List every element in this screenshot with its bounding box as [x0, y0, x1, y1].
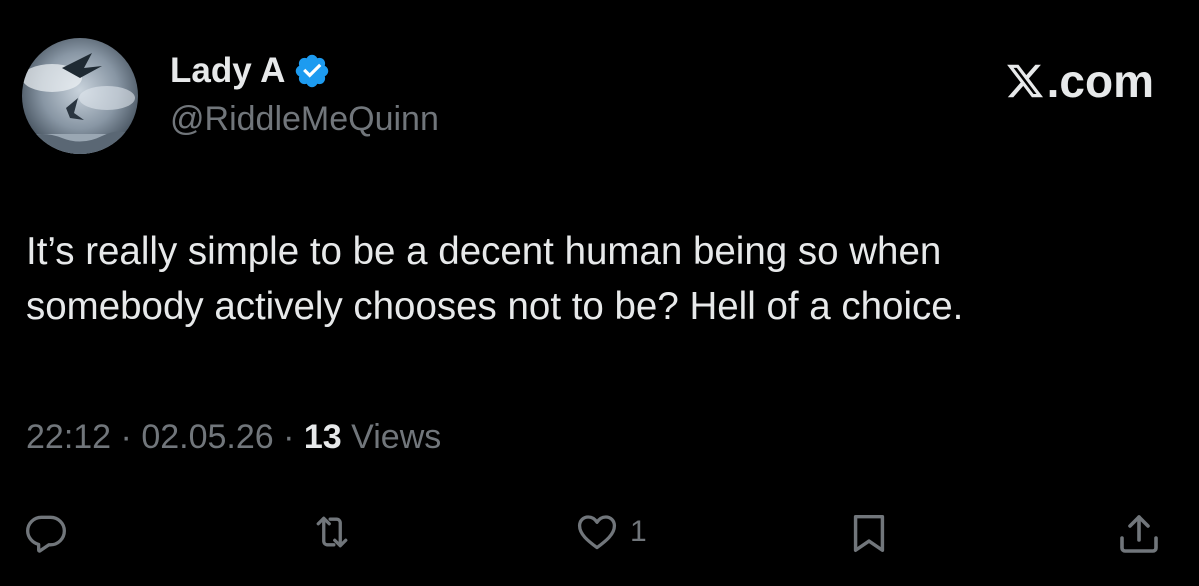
share-button[interactable] [1114, 510, 1164, 558]
reply-icon [26, 515, 66, 553]
x-logo-icon [1006, 64, 1043, 98]
tweet-time[interactable]: 22:12 [26, 418, 111, 457]
avatar[interactable] [22, 38, 138, 154]
retweet-icon [316, 516, 348, 548]
like-count: 1 [630, 515, 647, 548]
share-icon [1120, 515, 1158, 553]
display-name[interactable]: Lady A [170, 51, 285, 91]
views-label: Views [341, 418, 442, 456]
meta-separator: · [111, 418, 142, 456]
heart-icon [577, 515, 617, 550]
tweet-card: Lady A @RiddleMeQuinn .com It’s really s… [0, 0, 1199, 586]
tweet-date[interactable]: 02.05.26 [141, 418, 273, 457]
tweet-meta: 22:12 · 02.05.26 · 13 Views [26, 418, 441, 457]
meta-separator: · [273, 418, 304, 456]
brand-watermark: .com [1005, 53, 1154, 109]
author-name-row: Lady A [170, 48, 331, 94]
verified-badge-icon [296, 54, 329, 88]
avatar-image [22, 38, 138, 154]
author-handle[interactable]: @RiddleMeQuinn [170, 100, 439, 139]
brand-text: .com [1046, 55, 1154, 107]
action-bar: 1 [0, 500, 1199, 560]
bookmark-icon [853, 514, 885, 552]
bookmark-button[interactable] [846, 510, 892, 556]
retweet-button[interactable] [308, 510, 356, 554]
reply-button[interactable] [24, 510, 68, 554]
tweet-text: It’s really simple to be a decent human … [26, 230, 964, 328]
like-button[interactable]: 1 [574, 510, 647, 554]
views-count: 13 [303, 418, 342, 456]
